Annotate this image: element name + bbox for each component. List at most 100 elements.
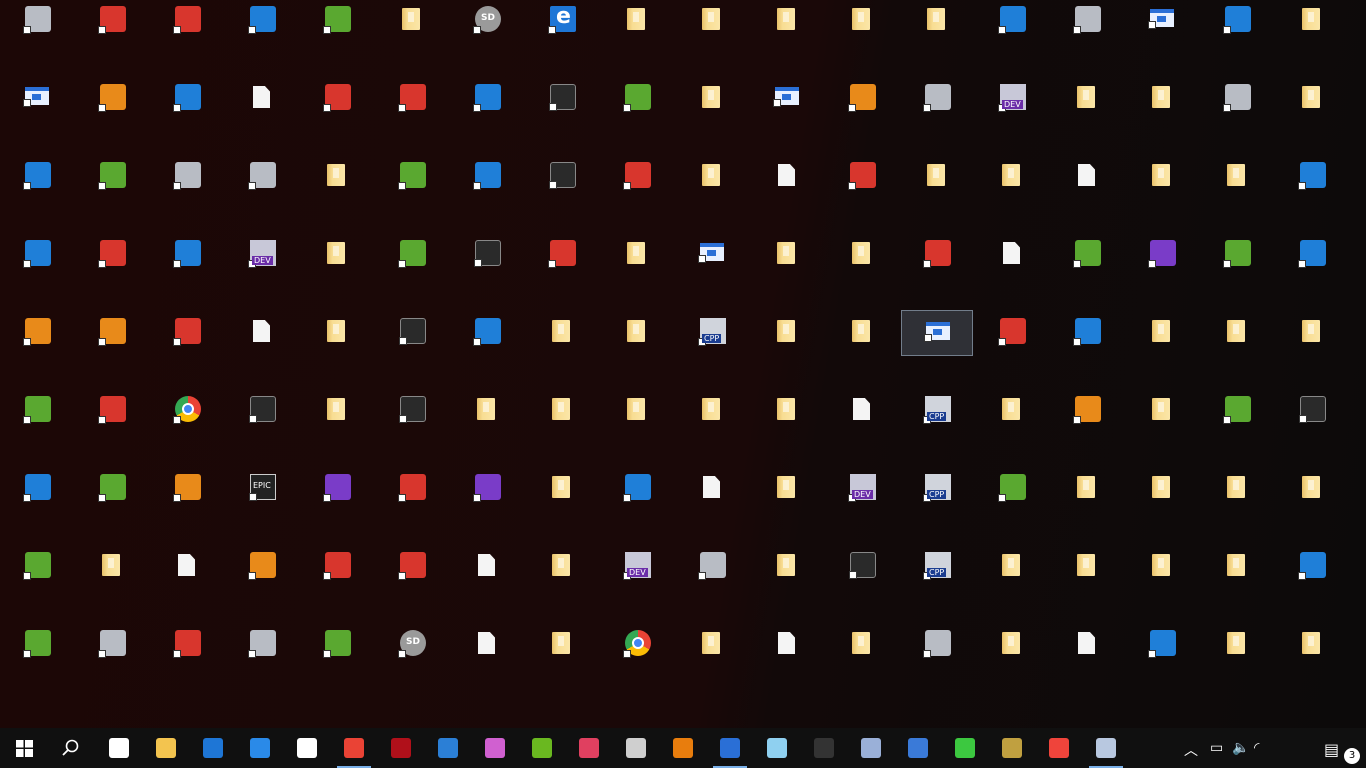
- taskbar-app-red-dots[interactable]: [378, 728, 424, 768]
- desktop-icon[interactable]: [451, 622, 523, 668]
- desktop-icon[interactable]: [76, 466, 148, 512]
- desktop-icon[interactable]: [151, 154, 223, 200]
- desktop-icon[interactable]: [226, 466, 298, 512]
- desktop-icon[interactable]: [376, 76, 448, 122]
- desktop-icon[interactable]: [226, 154, 298, 200]
- desktop-icon[interactable]: [301, 154, 373, 200]
- desktop-icon[interactable]: [901, 0, 973, 44]
- desktop-icon[interactable]: [601, 544, 673, 590]
- desktop-icon[interactable]: [601, 0, 673, 44]
- desktop-icon[interactable]: [376, 0, 448, 44]
- desktop-icon[interactable]: [826, 0, 898, 44]
- taskbar-internet-explorer[interactable]: [237, 728, 283, 768]
- desktop-icon[interactable]: [526, 310, 598, 356]
- desktop-icon[interactable]: [1, 622, 73, 668]
- desktop-icon[interactable]: [901, 544, 973, 590]
- desktop-icon[interactable]: [76, 76, 148, 122]
- desktop-icon[interactable]: [751, 154, 823, 200]
- taskbar-paint-tool[interactable]: [566, 728, 612, 768]
- desktop-icon[interactable]: [901, 388, 973, 434]
- desktop-icon[interactable]: [226, 310, 298, 356]
- battery-icon[interactable]: ▭: [1210, 740, 1223, 756]
- desktop-icon[interactable]: [376, 154, 448, 200]
- desktop-icon[interactable]: [601, 622, 673, 668]
- desktop-icon[interactable]: [1126, 154, 1198, 200]
- desktop-icon[interactable]: [151, 544, 223, 590]
- desktop-icon[interactable]: [1201, 466, 1273, 512]
- desktop-icon[interactable]: [451, 0, 523, 44]
- desktop-icon[interactable]: [1201, 310, 1273, 356]
- desktop-icon[interactable]: [451, 388, 523, 434]
- desktop-icon[interactable]: [676, 544, 748, 590]
- desktop-icon[interactable]: [901, 310, 973, 356]
- desktop-icon[interactable]: [526, 466, 598, 512]
- desktop-icon[interactable]: [1, 0, 73, 44]
- desktop-icon[interactable]: [1126, 0, 1198, 44]
- desktop-icon[interactable]: [976, 0, 1048, 44]
- desktop-icon[interactable]: [226, 0, 298, 44]
- desktop-icon[interactable]: [451, 154, 523, 200]
- desktop-icon[interactable]: [376, 232, 448, 278]
- desktop-icon[interactable]: [601, 388, 673, 434]
- desktop-icon[interactable]: [1, 388, 73, 434]
- desktop-icon[interactable]: [826, 310, 898, 356]
- volume-icon[interactable]: 🔈: [1232, 740, 1249, 756]
- desktop-icon[interactable]: [1051, 310, 1123, 356]
- desktop-icon[interactable]: [226, 76, 298, 122]
- desktop-icon[interactable]: [1, 466, 73, 512]
- desktop-icon[interactable]: [976, 154, 1048, 200]
- desktop-icon[interactable]: [1276, 0, 1348, 44]
- desktop-icon[interactable]: [526, 388, 598, 434]
- desktop-icon[interactable]: [976, 310, 1048, 356]
- desktop-icon[interactable]: [1051, 466, 1123, 512]
- taskbar-edge[interactable]: [190, 728, 236, 768]
- desktop-icon[interactable]: [76, 622, 148, 668]
- wifi-icon[interactable]: ◜: [1254, 740, 1259, 756]
- desktop-icon[interactable]: [1201, 232, 1273, 278]
- desktop-icon[interactable]: [1, 154, 73, 200]
- taskbar-mail[interactable]: [425, 728, 471, 768]
- taskbar-control-panel[interactable]: [1083, 728, 1129, 768]
- desktop-icon[interactable]: [301, 76, 373, 122]
- desktop-icon[interactable]: [1051, 154, 1123, 200]
- desktop-icon[interactable]: [526, 544, 598, 590]
- desktop-icon[interactable]: [1276, 544, 1348, 590]
- desktop-icon[interactable]: [1126, 232, 1198, 278]
- desktop-icon[interactable]: [76, 388, 148, 434]
- desktop-icon[interactable]: [376, 388, 448, 434]
- desktop-icon[interactable]: [751, 0, 823, 44]
- taskbar-task-view[interactable]: [96, 728, 142, 768]
- taskbar-after-effects[interactable]: [613, 728, 659, 768]
- desktop-icon[interactable]: [1276, 310, 1348, 356]
- desktop-icon[interactable]: [76, 232, 148, 278]
- desktop-icon[interactable]: [1201, 154, 1273, 200]
- desktop-icon[interactable]: [301, 466, 373, 512]
- desktop-icon[interactable]: [976, 388, 1048, 434]
- desktop-icon[interactable]: [1051, 0, 1123, 44]
- desktop-icon[interactable]: [301, 544, 373, 590]
- desktop-icon[interactable]: [1201, 388, 1273, 434]
- desktop-icon[interactable]: [1051, 388, 1123, 434]
- desktop-icon[interactable]: [526, 76, 598, 122]
- desktop-icon[interactable]: [301, 232, 373, 278]
- desktop-icon[interactable]: [1126, 622, 1198, 668]
- desktop-icon[interactable]: [601, 154, 673, 200]
- desktop-icon[interactable]: [826, 154, 898, 200]
- desktop-icon[interactable]: [751, 76, 823, 122]
- taskbar-pencil-app[interactable]: [989, 728, 1035, 768]
- desktop-icon[interactable]: [1201, 544, 1273, 590]
- notification-icon[interactable]: ▤: [1324, 740, 1339, 759]
- desktop-icon[interactable]: [1126, 388, 1198, 434]
- desktop-icon[interactable]: [601, 466, 673, 512]
- desktop-icon[interactable]: [151, 232, 223, 278]
- desktop-icon[interactable]: [301, 0, 373, 44]
- desktop-icon[interactable]: [376, 622, 448, 668]
- desktop-icon[interactable]: [976, 232, 1048, 278]
- desktop-icon[interactable]: [226, 622, 298, 668]
- taskbar-anydesk[interactable]: [1036, 728, 1082, 768]
- desktop-icon[interactable]: [751, 310, 823, 356]
- desktop-icon[interactable]: [826, 622, 898, 668]
- desktop[interactable]: [0, 0, 1366, 728]
- desktop-icon[interactable]: [76, 544, 148, 590]
- desktop-icon[interactable]: [1, 310, 73, 356]
